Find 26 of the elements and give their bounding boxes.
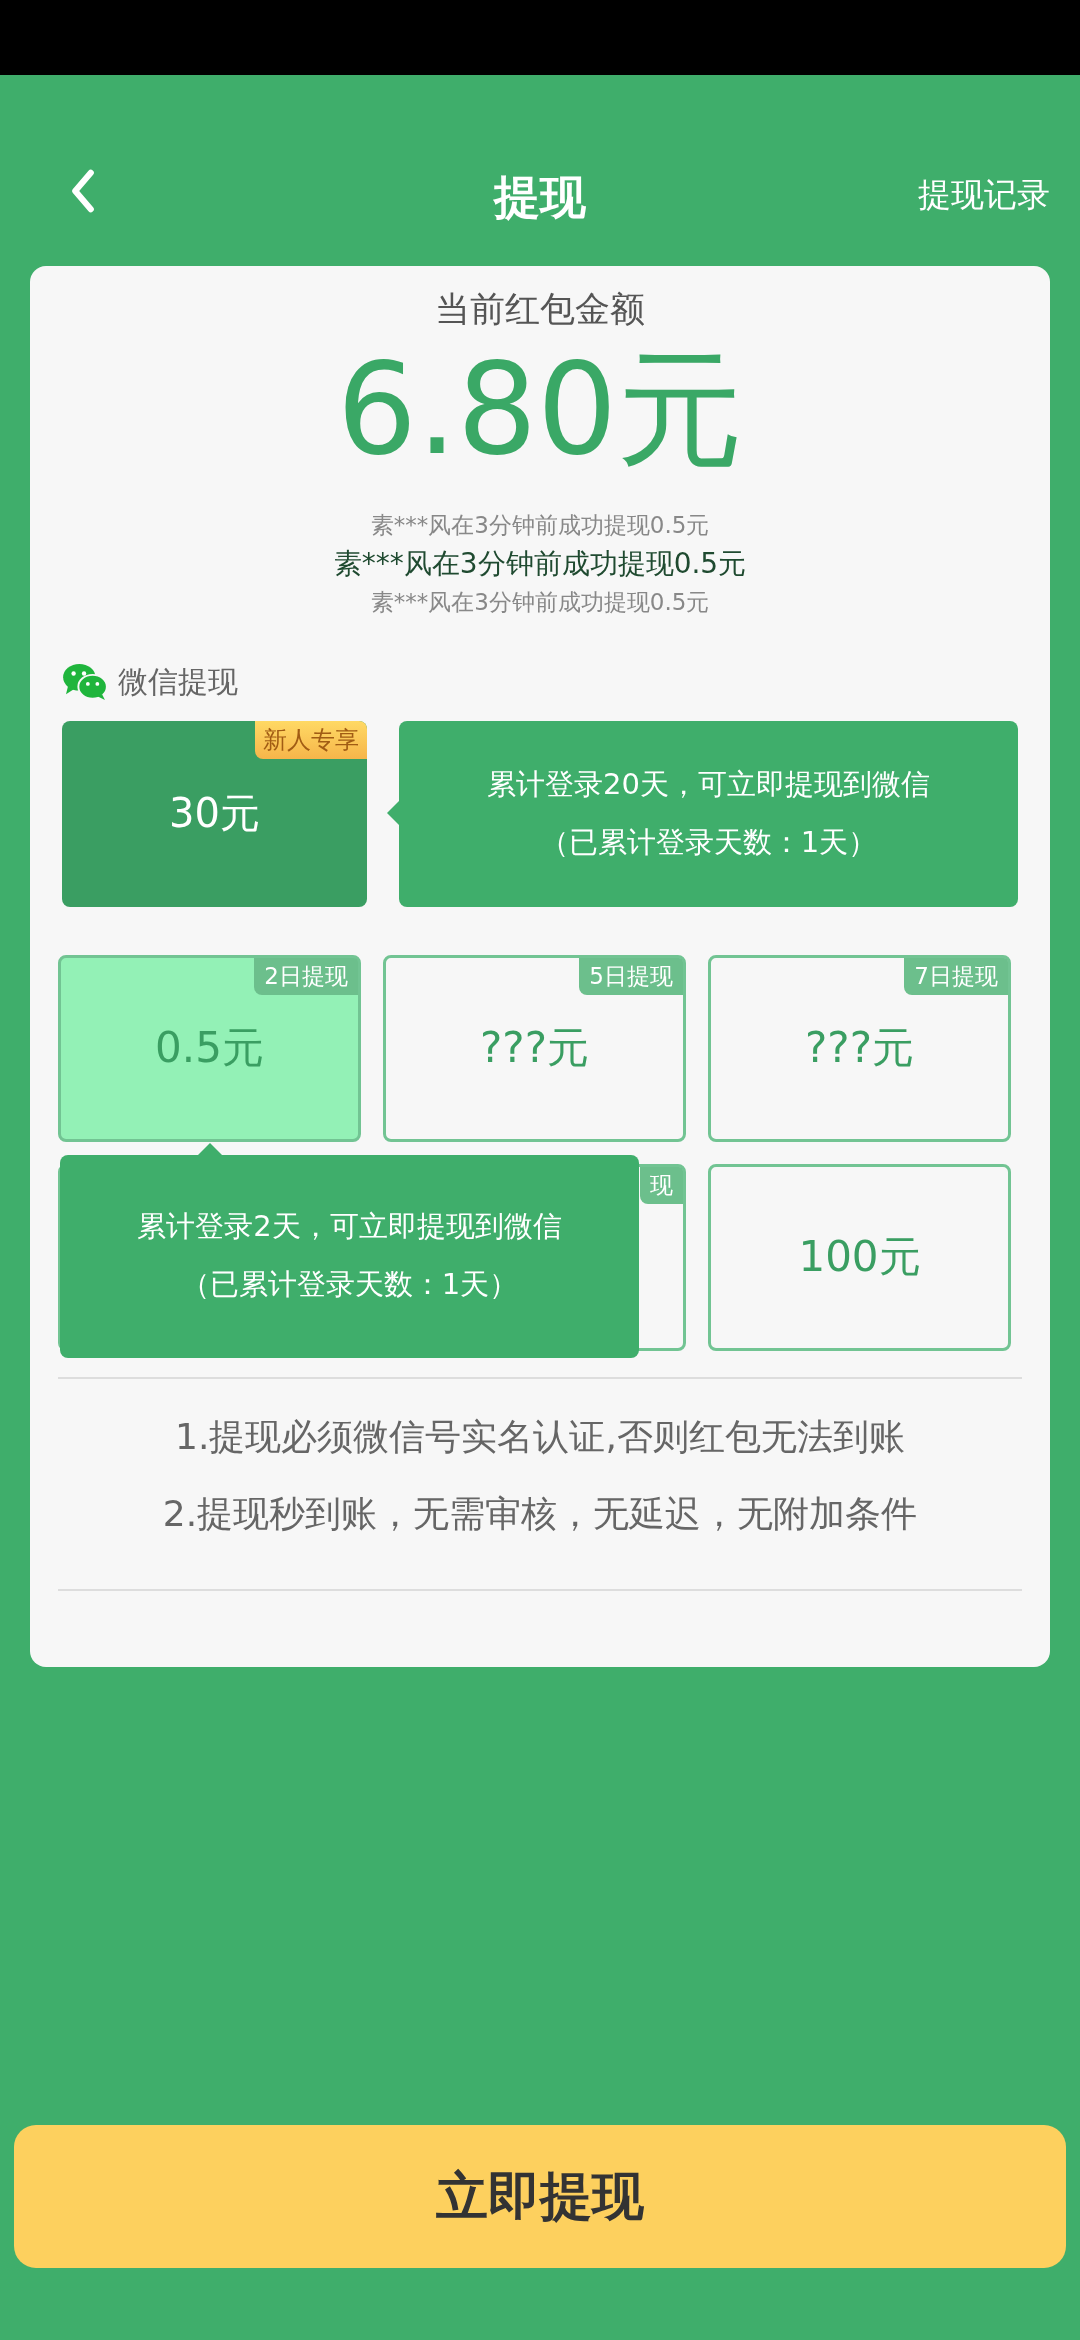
days-tag: 2日提现 xyxy=(254,957,358,995)
days-tag: 现 xyxy=(640,1166,683,1204)
tooltip-text: 累计登录20天，可立即提现到微信 xyxy=(487,765,930,803)
section-title: 微信提现 xyxy=(118,662,238,701)
balance-label: 当前红包金额 xyxy=(435,288,645,331)
rule-text: 1.提现必须微信号实名认证,否则红包无法到账 xyxy=(175,1414,905,1459)
withdraw-button[interactable]: 立即提现 xyxy=(14,2125,1066,2268)
amount-option[interactable]: ???元 5日提现 xyxy=(383,954,686,1142)
amount-option[interactable]: 100元 xyxy=(708,1163,1011,1351)
records-link[interactable]: 提现记录 xyxy=(918,173,1050,218)
tooltip-text: （已累计登录天数：1天） xyxy=(539,823,878,861)
balance-amount: 6.80元 xyxy=(336,341,744,480)
withdraw-notice: 素***风在3分钟前成功提现0.5元 xyxy=(333,545,747,582)
page-title: 提现 xyxy=(494,169,586,226)
days-tag: 7日提现 xyxy=(904,957,1008,995)
withdraw-notice: 素***风在3分钟前成功提现0.5元 xyxy=(370,587,710,617)
rule-text: 2.提现秒到账，无需审核，无延迟，无附加条件 xyxy=(162,1491,918,1536)
days-tag: 5日提现 xyxy=(579,957,683,995)
newcomer-option[interactable]: 30元 新人专享 xyxy=(62,720,367,907)
tooltip-text: （已累计登录天数：1天） xyxy=(180,1266,519,1304)
withdraw-notice: 素***风在3分钟前成功提现0.5元 xyxy=(370,510,710,540)
newcomer-badge: 新人专享 xyxy=(255,720,367,759)
tooltip-text: 累计登录2天，可立即提现到微信 xyxy=(137,1208,562,1246)
amount-option[interactable]: 0.5元 2日提现 xyxy=(58,954,361,1142)
amount-option[interactable]: ???元 7日提现 xyxy=(708,954,1011,1142)
chat-bubbles-icon xyxy=(62,663,108,702)
